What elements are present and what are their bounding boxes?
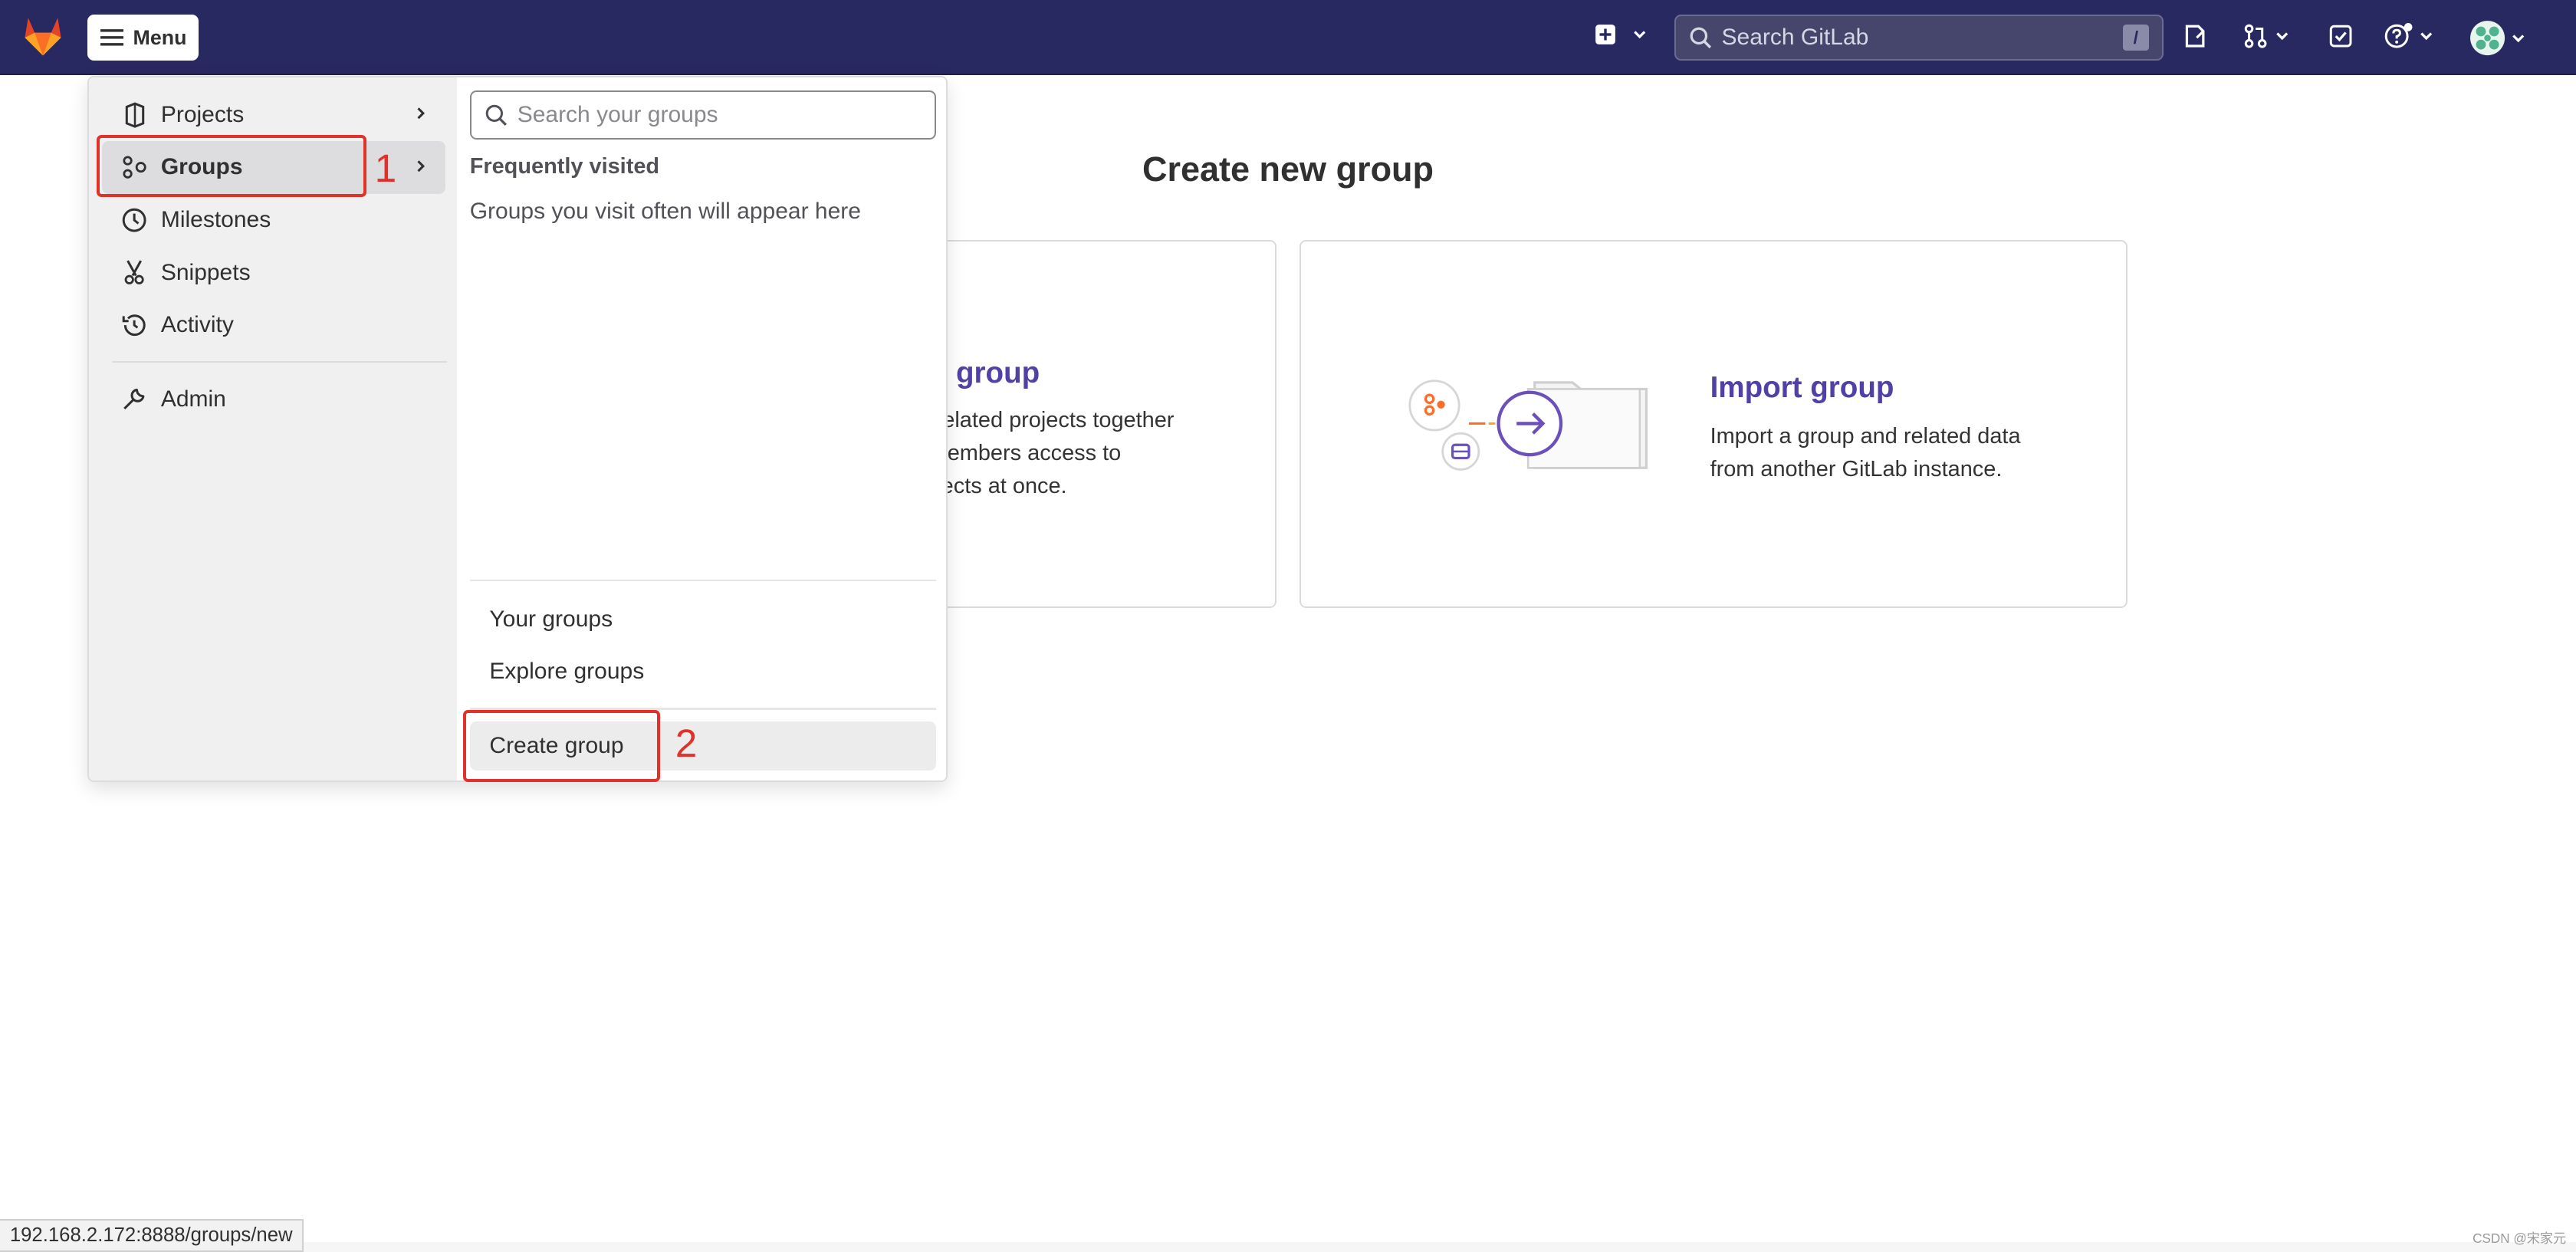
annotation-box-groups xyxy=(97,134,366,198)
import-group-desc-line: Import a group and related data xyxy=(1710,424,2021,449)
history-icon xyxy=(121,312,147,338)
annotation-step-2: 2 xyxy=(675,720,698,765)
new-group-desc-line: rojects at once. xyxy=(916,473,1067,498)
menu-item-projects[interactable]: Projects xyxy=(102,89,445,142)
menu-item-label: Snippets xyxy=(160,259,251,285)
menu-item-label: Projects xyxy=(160,101,245,127)
issues-icon xyxy=(2185,25,2205,48)
search-groups-input[interactable]: Search your groups xyxy=(469,90,937,140)
search-placeholder: Search GitLab xyxy=(1721,25,1869,51)
status-bar-url: 192.168.2.172:8888/groups/new xyxy=(0,1219,304,1252)
todo-check-icon xyxy=(2330,25,2352,48)
new-group-desc-line: e related projects together xyxy=(916,407,1175,432)
hamburger-icon xyxy=(100,29,123,46)
new-group-desc-line: t members access to xyxy=(916,440,1122,465)
chevron-right-icon xyxy=(417,107,425,120)
help-icon xyxy=(2384,23,2413,48)
menu-item-snippets[interactable]: Snippets xyxy=(102,246,445,299)
search-icon xyxy=(485,104,507,126)
chevron-right-icon xyxy=(417,159,425,172)
import-group-card-desc: Import a group and related data from ano… xyxy=(1710,420,2021,486)
new-group-card-desc: e related projects together t members ac… xyxy=(917,404,1175,503)
plus-square-icon xyxy=(1595,25,1615,44)
menu-button-label: Menu xyxy=(133,25,187,49)
your-groups-link[interactable]: Your groups xyxy=(470,595,937,644)
search-groups-placeholder: Search your groups xyxy=(517,101,718,127)
clock-icon xyxy=(121,207,147,233)
menu-item-label: Admin xyxy=(160,386,226,412)
menu-item-label: Milestones xyxy=(160,206,271,232)
menu-item-admin[interactable]: Admin xyxy=(102,373,445,426)
import-group-card-title[interactable]: Import group xyxy=(1710,371,1894,405)
project-icon xyxy=(121,102,147,128)
annotation-step-1: 1 xyxy=(374,145,397,190)
wrench-icon xyxy=(121,386,147,412)
new-group-card-title[interactable]: group xyxy=(956,357,1040,390)
import-group-illustration-icon xyxy=(1408,380,1648,472)
todos-button[interactable] xyxy=(2328,23,2354,49)
groups-panel: Search your groups Frequently visited Gr… xyxy=(456,77,947,780)
import-group-card[interactable]: Import group Import a group and related … xyxy=(1300,239,2128,608)
chevron-down-icon xyxy=(2512,34,2525,42)
user-avatar-menu[interactable] xyxy=(2469,20,2527,56)
menu-item-activity[interactable]: Activity xyxy=(102,299,445,352)
merge-request-icon xyxy=(2244,24,2267,48)
annotation-box-create-group xyxy=(463,709,661,782)
snippet-icon xyxy=(121,259,147,285)
menu-item-label: Activity xyxy=(160,312,234,338)
menu-divider xyxy=(469,580,937,582)
explore-groups-link[interactable]: Explore groups xyxy=(470,647,937,696)
search-gitlab-input[interactable]: Search GitLab / xyxy=(1674,15,2164,61)
watermark-text: CSDN @宋家元 xyxy=(2472,1231,2567,1247)
frequently-visited-heading: Frequently visited xyxy=(469,154,660,179)
menu-item-milestones[interactable]: Milestones xyxy=(102,194,445,247)
menu-divider xyxy=(111,361,447,363)
chevron-down-icon xyxy=(1633,31,1646,39)
top-navbar: Menu Search GitLab / xyxy=(0,0,2576,76)
search-shortcut-key: / xyxy=(2122,24,2149,51)
avatar xyxy=(2469,20,2505,55)
menu-button[interactable]: Menu xyxy=(87,15,199,61)
chevron-down-icon xyxy=(2420,32,2433,41)
help-button[interactable] xyxy=(2384,23,2434,49)
chevron-down-icon xyxy=(2275,32,2288,41)
merge-requests-button[interactable] xyxy=(2242,23,2290,49)
new-dropdown-button[interactable] xyxy=(1594,23,1648,46)
issues-button[interactable] xyxy=(2182,23,2208,49)
import-group-desc-line: from another GitLab instance. xyxy=(1710,457,2003,482)
search-icon xyxy=(1690,27,1711,49)
gitlab-logo-icon[interactable] xyxy=(20,15,66,58)
frequently-visited-empty-text: Groups you visit often will appear here xyxy=(469,199,861,225)
browser-bottom-edge xyxy=(0,1242,2576,1252)
